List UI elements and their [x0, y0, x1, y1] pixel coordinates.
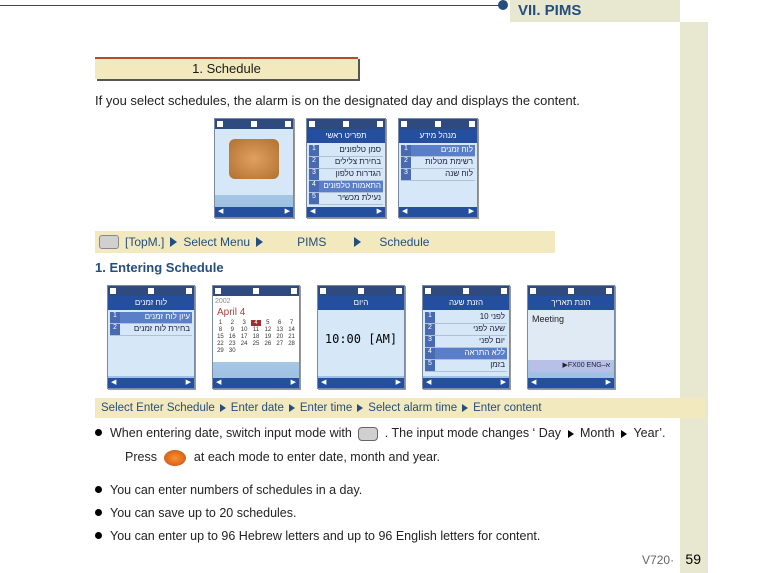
list-item: You can enter numbers of schedules in a … [95, 481, 715, 499]
breadcrumb-step: [TopM.] [125, 235, 164, 249]
phone-screenshot: תפריט ראשי 1סמן טלפונים 2בחירת צלילים 3ה… [306, 118, 386, 218]
phone-screenshot: היום 10:00 [AM] ◀▶ [317, 285, 405, 389]
chapter-label: VII. PIMS [510, 0, 680, 22]
subsection-title: 1. Entering Schedule [95, 260, 224, 275]
step: Enter content [473, 402, 541, 414]
breadcrumb-step: PIMS [297, 235, 326, 249]
arrow-icon [220, 404, 226, 412]
phone-screenshot: לוח זמנים 1עיון לוח זמנים 2בחירת לוח זמנ… [107, 285, 195, 389]
phone-screenshot: הזנת תאריך Meeting ▶FX00 ENG–א ◀▶ [527, 285, 615, 389]
list-item: When entering date, switch input mode wi… [95, 424, 715, 476]
screenshot-row-1: ◀▶ תפריט ראשי 1סמן טלפונים 2בחירת צלילים… [214, 118, 478, 218]
breadcrumb-step: Schedule [379, 235, 429, 249]
pims-icon [229, 139, 279, 179]
arrow-icon [289, 404, 295, 412]
bullet-icon [95, 486, 102, 493]
bullet-icon [95, 509, 102, 516]
bullet-icon [95, 532, 102, 539]
phone-screenshot: מנהל מידע 1לוח זמנים 2רשימת מטלות 3לוח ש… [398, 118, 478, 218]
phone-screenshot: ◀▶ [214, 118, 294, 218]
arrow-icon [462, 404, 468, 412]
step-bar: Select Enter Schedule Enter date Enter t… [95, 398, 705, 418]
breadcrumb-step: Select Menu [183, 235, 250, 249]
arrow-icon [568, 430, 574, 438]
screenshot-row-2: לוח זמנים 1עיון לוח זמנים 2בחירת לוח זמנ… [107, 285, 615, 389]
step: Select alarm time [368, 402, 457, 414]
arrow-icon [170, 237, 177, 247]
list-item: You can enter up to 96 Hebrew letters an… [95, 527, 715, 545]
phone-screenshot: הזנת שעה 110 לפני 2שעה לפני 3יום לפני 4ל… [422, 285, 510, 389]
arrow-icon [621, 430, 627, 438]
arrow-icon [354, 237, 361, 247]
bullet-icon [95, 429, 102, 436]
list-item: You can save up to 20 schedules. [95, 504, 715, 522]
step: Enter date [231, 402, 284, 414]
phone-screenshot: 2002 April 4 1234567 891011121314 151617… [212, 285, 300, 389]
navigation-key-icon [164, 450, 186, 466]
bullet-list: When entering date, switch input mode wi… [95, 424, 715, 550]
step: Enter time [300, 402, 352, 414]
breadcrumb: [TopM.] Select Menu PIMS Schedule [95, 231, 555, 253]
softkey-icon [99, 235, 119, 249]
arrow-icon [357, 404, 363, 412]
step: Select Enter Schedule [101, 402, 215, 414]
page-footer: V720· 59 [642, 551, 701, 567]
softkey-icon [358, 427, 378, 441]
page-number: 59 [685, 551, 701, 567]
model-label: V720· [642, 553, 674, 567]
section-header: 1. Schedule [95, 57, 358, 79]
intro-text: If you select schedules, the alarm is on… [95, 93, 580, 108]
arrow-icon [256, 237, 263, 247]
